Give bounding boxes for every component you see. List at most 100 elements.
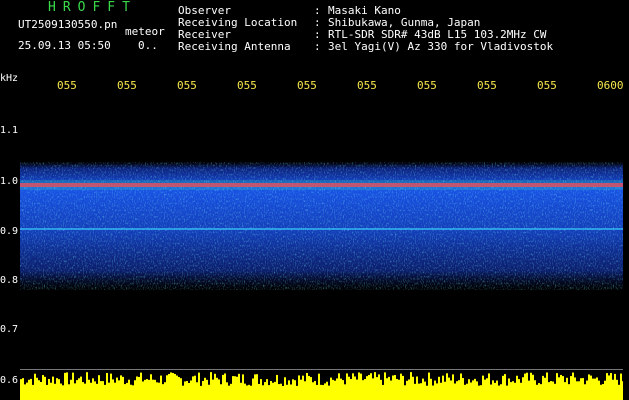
level-bar [152, 379, 154, 400]
level-bar [150, 374, 152, 400]
level-bar [444, 381, 446, 400]
level-bar [286, 384, 288, 400]
cyan-carrier-line [20, 228, 623, 230]
y-tick-label: 0.9 [0, 226, 19, 237]
level-bar [304, 381, 306, 400]
level-bar [394, 375, 396, 400]
level-bar [530, 372, 532, 400]
level-bar [384, 372, 386, 400]
level-bar [332, 379, 334, 400]
y-tick-label: 0.8 [0, 275, 19, 286]
level-bar [216, 377, 218, 400]
level-bar [160, 375, 162, 400]
level-bar [596, 377, 598, 400]
level-bar [376, 377, 378, 400]
level-bar [578, 381, 580, 400]
level-bar [620, 373, 622, 400]
level-bar [504, 374, 506, 400]
level-bar [166, 375, 168, 400]
level-bar [176, 375, 178, 400]
level-bar [38, 380, 40, 400]
level-bar [372, 378, 374, 400]
level-bar [92, 378, 94, 400]
level-bar [180, 378, 182, 400]
level-bar [410, 372, 412, 400]
level-bar [88, 379, 90, 400]
level-bar [202, 380, 204, 400]
level-bar [86, 372, 88, 400]
level-bar [342, 380, 344, 400]
level-bar [174, 373, 176, 400]
level-bar [188, 382, 190, 400]
level-bar [534, 380, 536, 400]
level-bar [610, 373, 612, 400]
level-bar [456, 381, 458, 400]
level-bar [316, 384, 318, 400]
level-bar [230, 383, 232, 400]
level-bar [344, 384, 346, 400]
level-bar [508, 378, 510, 400]
level-bar [588, 374, 590, 400]
x-tick-label: 055 [477, 79, 497, 92]
spectrogram [20, 162, 623, 400]
x-tick-label: 055 [177, 79, 197, 92]
level-bar [190, 380, 192, 400]
level-bar [606, 373, 608, 400]
level-bar [50, 382, 52, 400]
level-bar [182, 385, 184, 400]
level-bar [68, 384, 70, 400]
level-bar [120, 375, 122, 400]
y-tick-label: 0.6 [0, 375, 19, 386]
info-label: Receiving Antenna [178, 40, 291, 53]
level-bar [178, 377, 180, 400]
level-bar [526, 372, 528, 400]
level-bar [566, 377, 568, 400]
level-bar [584, 384, 586, 400]
level-bar [20, 379, 22, 400]
level-bar [454, 383, 456, 400]
level-bar [246, 385, 248, 400]
level-bar [292, 379, 294, 400]
level-bar [52, 376, 54, 400]
level-bar [266, 379, 268, 400]
level-bar [470, 382, 472, 400]
level-bar [524, 373, 526, 400]
x-tick-label: 055 [297, 79, 317, 92]
level-bar [84, 383, 86, 400]
level-bar [296, 385, 298, 400]
level-bar [560, 374, 562, 400]
level-bar [554, 383, 556, 400]
level-bar [350, 379, 352, 400]
level-bar [558, 377, 560, 400]
level-bar [464, 384, 466, 400]
filename-label: UT2509130550.pn [18, 18, 118, 31]
level-bar [328, 385, 330, 400]
level-bar [298, 375, 300, 400]
level-bar [252, 378, 254, 400]
info-row-antenna: Receiving Antenna:3el Yagi(V) Az 330 for… [178, 40, 554, 53]
level-bar [284, 377, 286, 400]
level-bar [336, 378, 338, 400]
level-bar [506, 385, 508, 400]
level-bar [136, 376, 138, 400]
level-bar [280, 383, 282, 400]
level-bar [354, 376, 356, 400]
level-bar [358, 372, 360, 400]
level-bar [70, 379, 72, 400]
level-bar [170, 372, 172, 400]
y-tick-label: 1.0 [0, 176, 19, 187]
level-bar [400, 373, 402, 400]
level-bar [392, 375, 394, 400]
level-bar [250, 385, 252, 400]
level-bar [186, 380, 188, 400]
level-bar [212, 379, 214, 400]
level-bar [514, 382, 516, 400]
level-bar [102, 381, 104, 400]
level-bar [278, 384, 280, 400]
level-bar [562, 376, 564, 400]
level-bar [276, 374, 278, 400]
level-bar [468, 379, 470, 400]
level-bar [424, 381, 426, 400]
level-bar [390, 380, 392, 400]
level-bar [100, 381, 102, 400]
